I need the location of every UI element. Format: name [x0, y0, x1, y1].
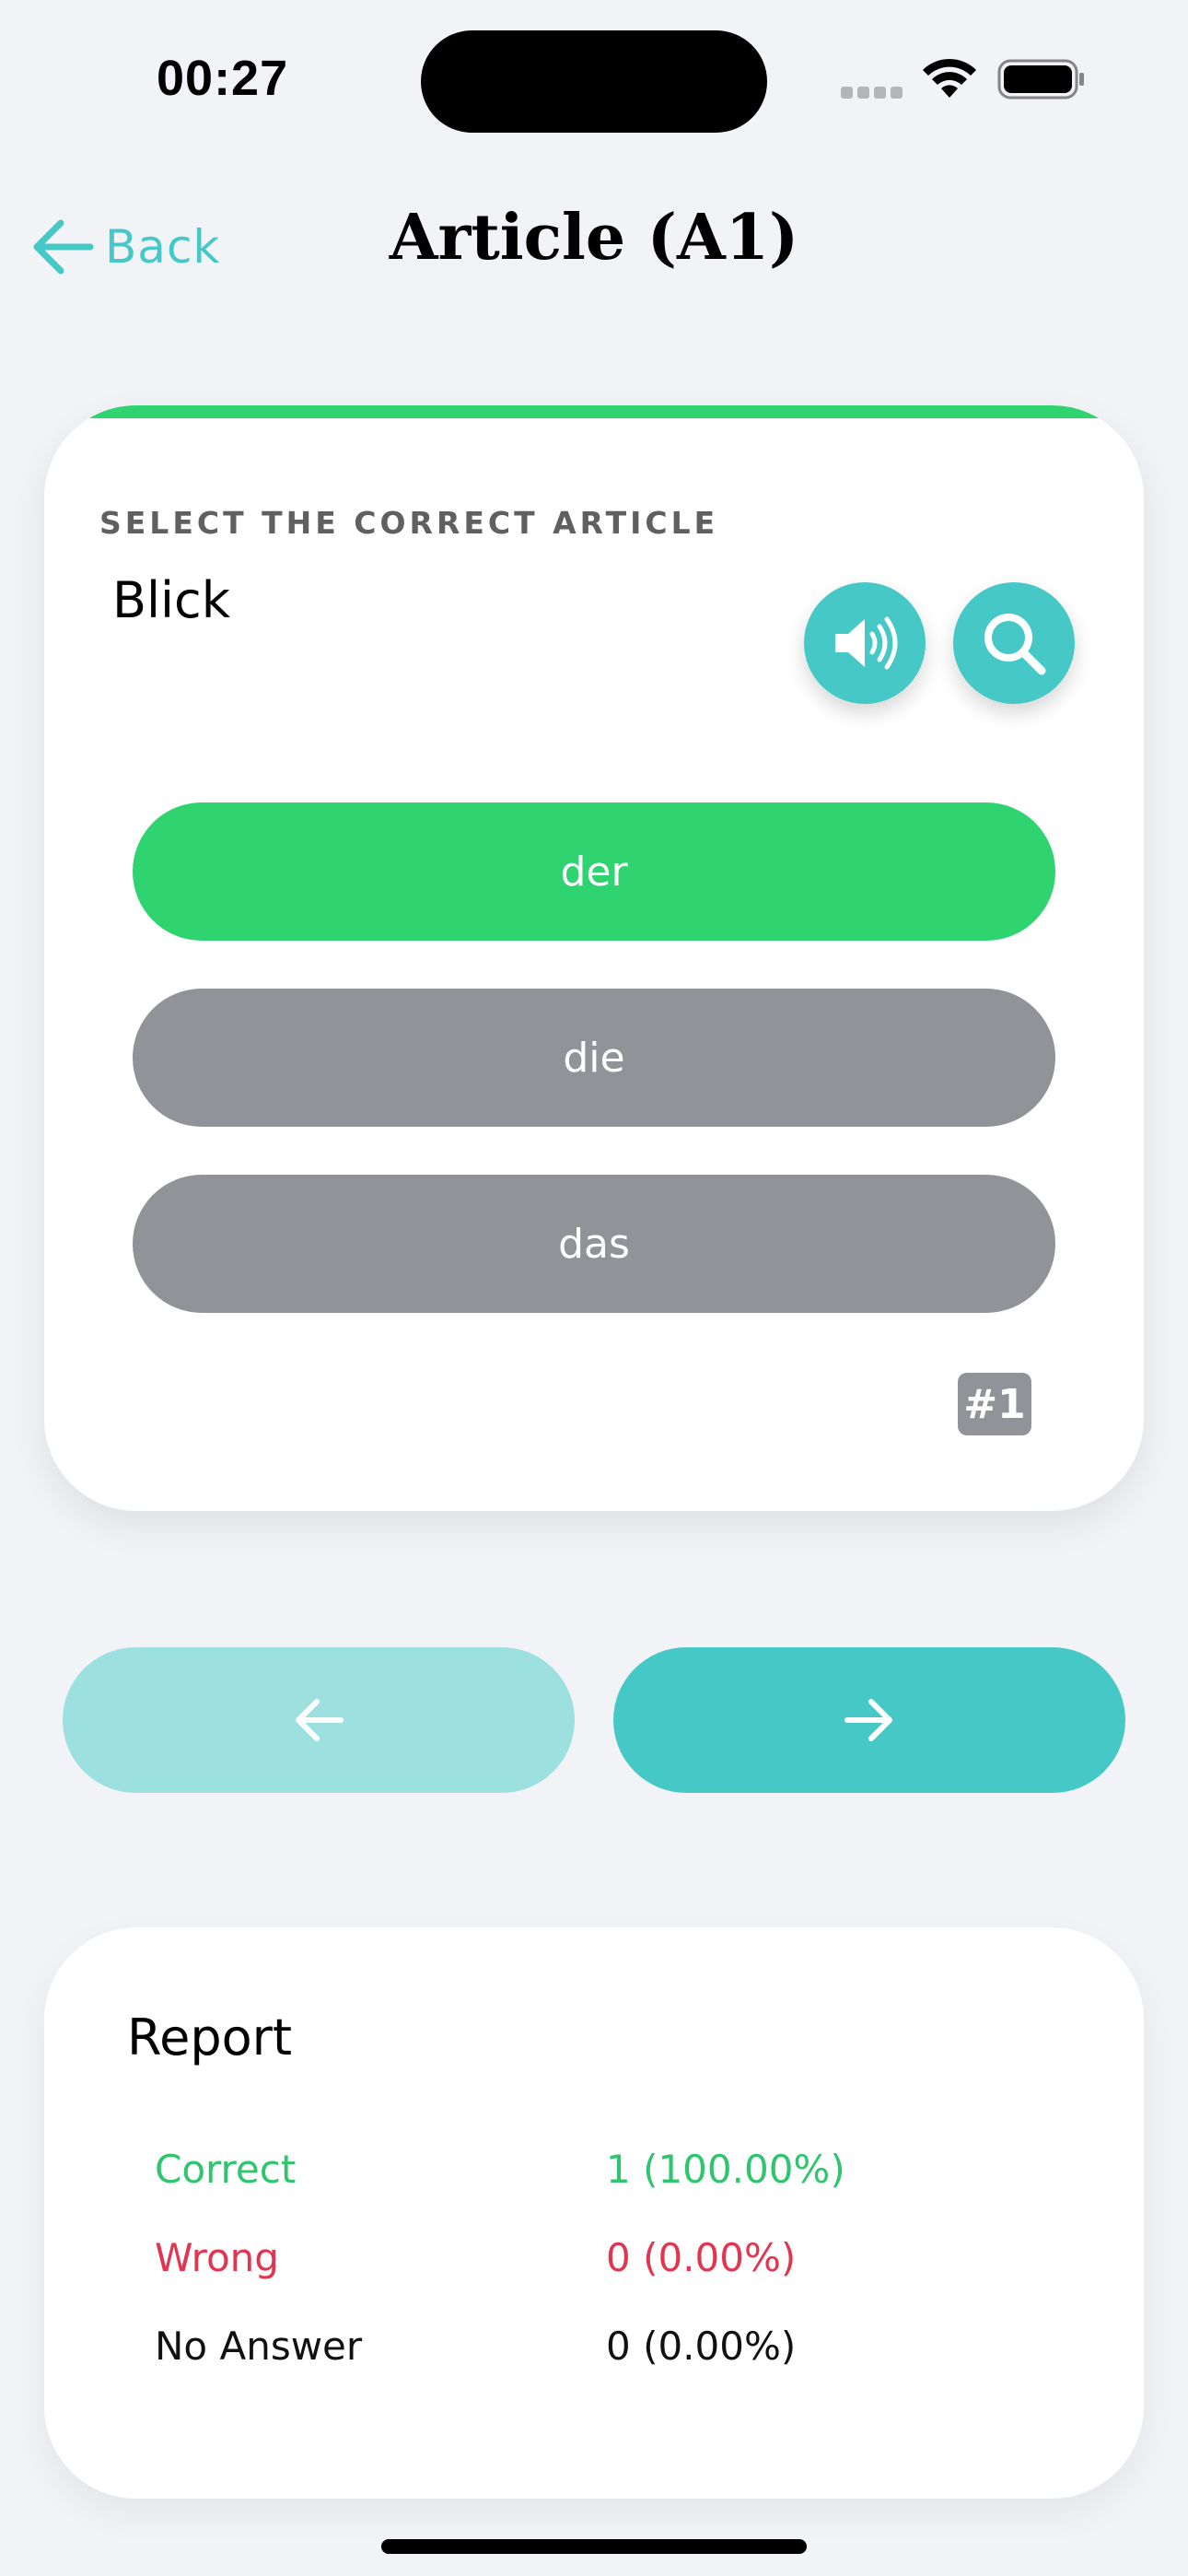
answer-option-das[interactable]: das: [133, 1175, 1055, 1313]
wifi-icon: [923, 58, 976, 98]
report-card: Report Correct 1 (100.00%) Wrong 0 (0.00…: [44, 1927, 1144, 2499]
report-title: Report: [127, 2008, 293, 2067]
instruction-label: SELECT THE CORRECT ARTICLE: [99, 505, 719, 541]
speak-button[interactable]: [804, 582, 926, 704]
arrow-right-icon: [844, 1699, 892, 1741]
search-icon: [984, 614, 1046, 675]
speaker-icon: [835, 616, 898, 670]
report-value: 0 (0.00%): [606, 2324, 797, 2369]
page-title: Article (A1): [389, 201, 799, 275]
answer-option-die[interactable]: die: [133, 989, 1055, 1127]
report-label: Wrong: [155, 2235, 279, 2280]
report-row-wrong: Wrong 0 (0.00%): [155, 2235, 1076, 2290]
home-indicator[interactable]: [381, 2539, 807, 2554]
status-time: 00:27: [157, 51, 289, 106]
report-value: 0 (0.00%): [606, 2235, 797, 2280]
question-number-badge: #1: [958, 1373, 1031, 1435]
quiz-word: Blick: [112, 571, 231, 629]
next-button[interactable]: [613, 1647, 1125, 1793]
status-bar: 00:27: [0, 0, 1188, 138]
battery-icon: [997, 59, 1084, 100]
report-label: Correct: [155, 2147, 297, 2192]
progress-fill: [44, 405, 1144, 418]
answer-option-der[interactable]: der: [133, 802, 1055, 941]
search-button[interactable]: [953, 582, 1075, 704]
report-row-correct: Correct 1 (100.00%): [155, 2147, 1076, 2202]
previous-button[interactable]: [63, 1647, 575, 1793]
report-value: 1 (100.00%): [606, 2147, 845, 2192]
quiz-card: SELECT THE CORRECT ARTICLE Blick der die…: [44, 405, 1144, 1511]
dynamic-island: [421, 30, 767, 133]
report-label: No Answer: [155, 2324, 363, 2369]
cellular-signal-icon: [841, 86, 905, 99]
progress-bar: [44, 405, 1144, 418]
arrow-left-icon: [296, 1699, 344, 1741]
report-row-no-answer: No Answer 0 (0.00%): [155, 2324, 1076, 2379]
